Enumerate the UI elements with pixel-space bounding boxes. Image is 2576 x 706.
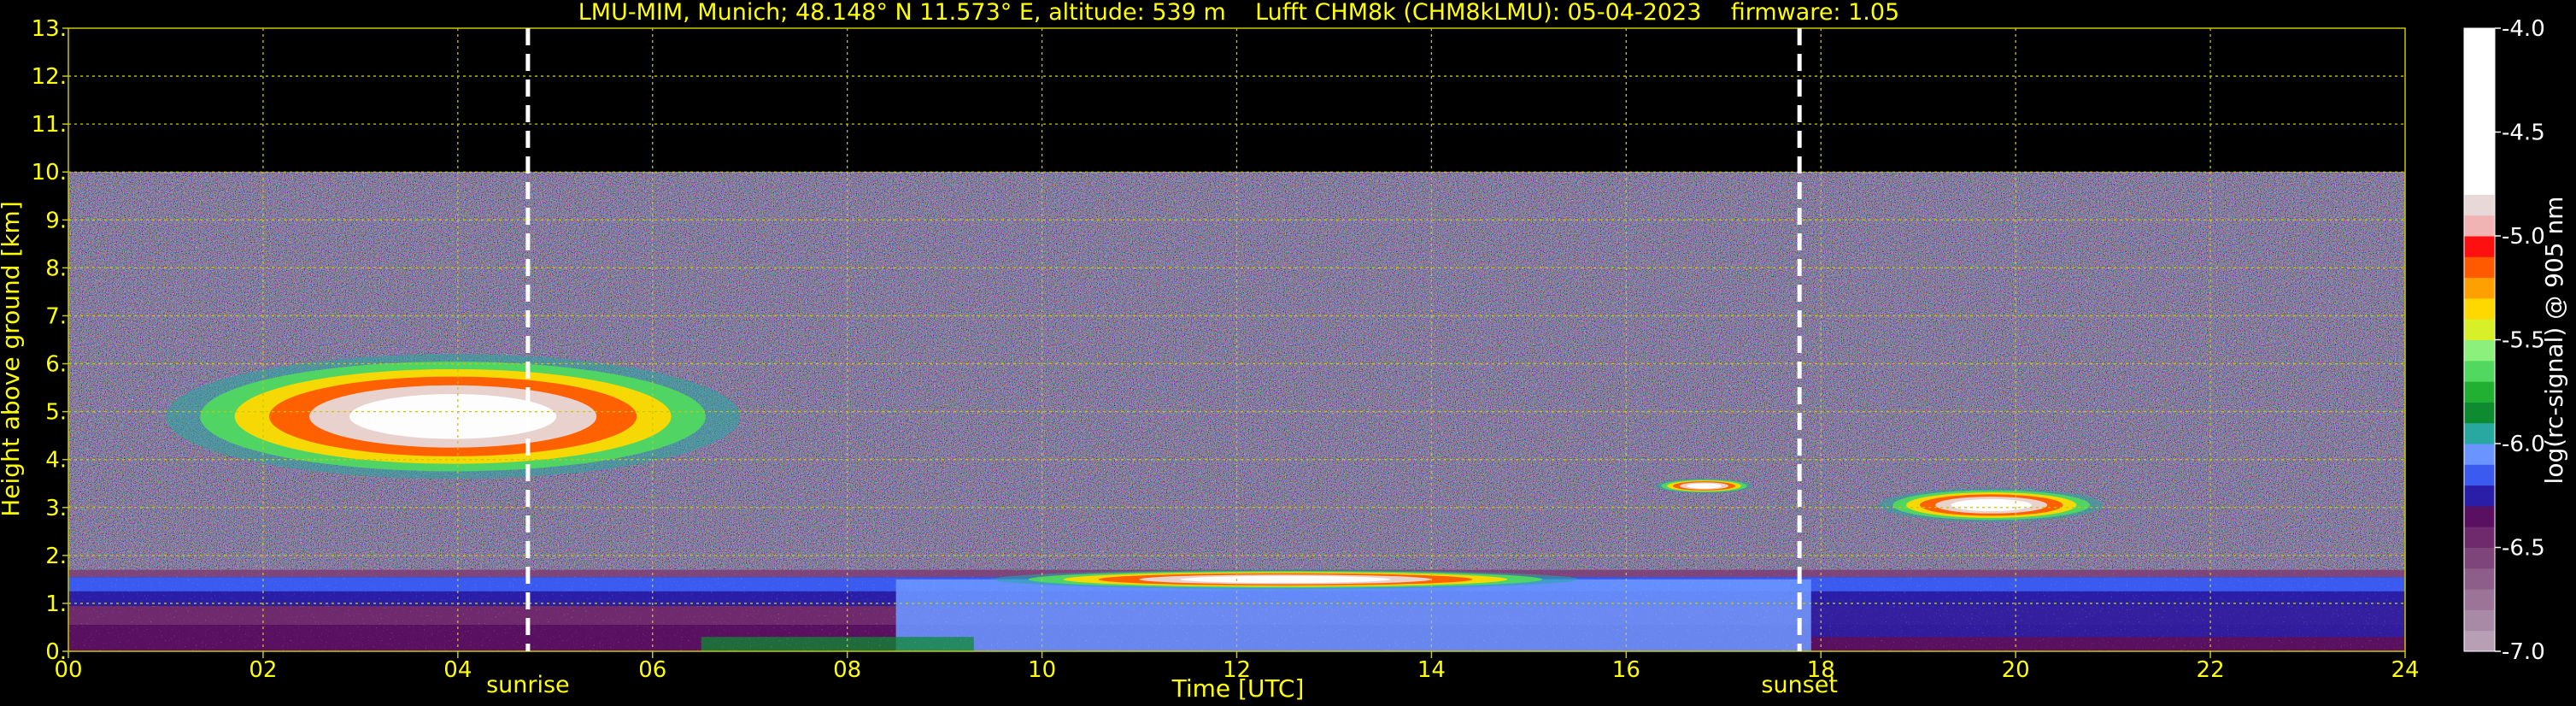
y-tick-label: 1. <box>45 591 67 617</box>
x-tick-label: 20 <box>2002 657 2030 683</box>
cloud-3 <box>1879 488 2104 522</box>
colorbar-segment <box>2464 339 2495 362</box>
colorbar-segment <box>2464 422 2495 444</box>
colorbar-tick-label: -5.0 <box>2502 224 2545 250</box>
colorbar-segment <box>2464 527 2495 548</box>
colorbar-segment <box>2464 256 2495 279</box>
x-tick-label: 08 <box>833 657 861 683</box>
y-tick-label: 7. <box>45 303 67 329</box>
colorbar-segment <box>2464 485 2495 507</box>
y-axis-label: Height above ground [km] <box>0 201 25 517</box>
colorbar-segment <box>2464 402 2495 424</box>
event-label-sunrise: sunrise <box>486 672 570 698</box>
colorbar-segment <box>2464 319 2495 340</box>
x-tick-label: 06 <box>638 657 666 683</box>
colorbar-segment <box>2464 444 2495 465</box>
colorbar-tick-label: -5.5 <box>2502 328 2545 354</box>
colorbar-segment <box>2464 568 2495 590</box>
colorbar-tick-label: -4.5 <box>2502 121 2545 146</box>
cloud-contour <box>349 393 557 439</box>
colorbar-segment <box>2464 609 2495 632</box>
chart-title: LMU-MIM, Munich; 48.148° N 11.573° E, al… <box>578 0 1899 26</box>
colorbar-segment <box>2464 505 2495 527</box>
colorbar-segment <box>2464 381 2495 403</box>
y-axis-ticks: 0. 1. 2. 3. 4. 5. 6. 7. 8. 9. 10. 11. 12. 13. <box>32 16 68 665</box>
cloud-contour <box>1686 483 1722 489</box>
y-tick-label: 3. <box>45 496 67 521</box>
colorbar-tick-label: -6.5 <box>2502 536 2545 562</box>
y-tick-label: 8. <box>45 256 67 281</box>
y-tick-label: 2. <box>45 544 67 569</box>
colorbar-segment <box>2464 194 2495 216</box>
colorbar-tick-label: -4.0 <box>2502 16 2545 42</box>
ceilometer-chart: LMU-MIM, Munich; 48.148° N 11.573° E, al… <box>0 0 2568 703</box>
y-tick-label: 12. <box>32 64 67 90</box>
x-tick-label: 04 <box>443 657 472 683</box>
colorbar-segment <box>2464 28 2495 195</box>
x-axis-label: Time [UTC] <box>1171 674 1305 703</box>
colorbar-tick-label: -6.0 <box>2502 432 2545 457</box>
cloud-4 <box>993 569 1578 590</box>
colorbar-tick-label: -7.0 <box>2502 639 2545 665</box>
colorbar-segment <box>2464 297 2495 320</box>
x-tick-label: 24 <box>2391 657 2419 683</box>
x-tick-label: 22 <box>2197 657 2225 683</box>
cloud-2 <box>1655 479 1753 493</box>
x-tick-label: 02 <box>249 657 277 683</box>
cloud-contour <box>1180 575 1391 583</box>
x-tick-label: 16 <box>1612 657 1640 683</box>
colorbar-segment <box>2464 630 2495 652</box>
x-tick-label: 14 <box>1417 657 1446 683</box>
cloud-contour <box>1951 498 2032 512</box>
colorbar-segment <box>2464 277 2495 299</box>
colorbar-segment <box>2464 464 2495 486</box>
y-tick-label: 4. <box>45 448 67 474</box>
y-tick-label: 5. <box>45 400 67 426</box>
y-tick-label: 10. <box>32 160 67 185</box>
colorbar-segment <box>2464 215 2495 237</box>
x-tick-label: 10 <box>1028 657 1056 683</box>
colorbar-segment <box>2464 547 2495 569</box>
y-tick-label: 11. <box>32 112 67 138</box>
y-tick-label: 13. <box>32 16 67 42</box>
colorbar-segment <box>2464 589 2495 610</box>
colorbar-segment <box>2464 360 2495 382</box>
plot-area <box>68 28 2405 651</box>
y-tick-label: 6. <box>45 352 67 378</box>
y-tick-label: 0. <box>45 639 67 665</box>
colorbar-label: log(rc-signal) @ 905 nm <box>2540 197 2568 485</box>
colorbar-segment <box>2464 236 2495 257</box>
y-tick-label: 9. <box>45 208 67 233</box>
x-tick-label: 18 <box>1807 657 1835 683</box>
colorbar: -4.0 -4.5 -5.0 -5.5 -6.0 -6.5 -7.0 <box>2463 16 2545 665</box>
